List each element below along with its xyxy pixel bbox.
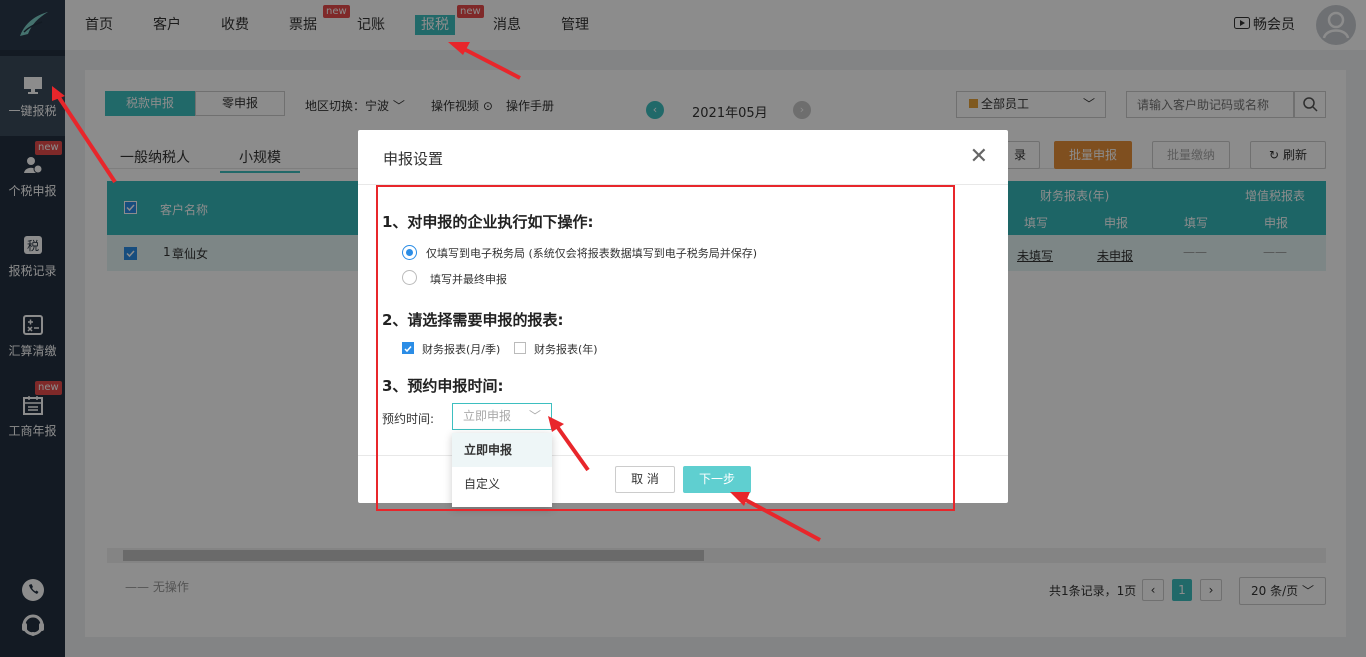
annotation-arrows <box>52 42 821 542</box>
arrow-to-tax-nav <box>448 42 521 80</box>
arrow-to-time-select <box>548 416 590 472</box>
arrow-to-next-button <box>730 492 821 542</box>
arrow-to-sidebar <box>52 86 117 184</box>
